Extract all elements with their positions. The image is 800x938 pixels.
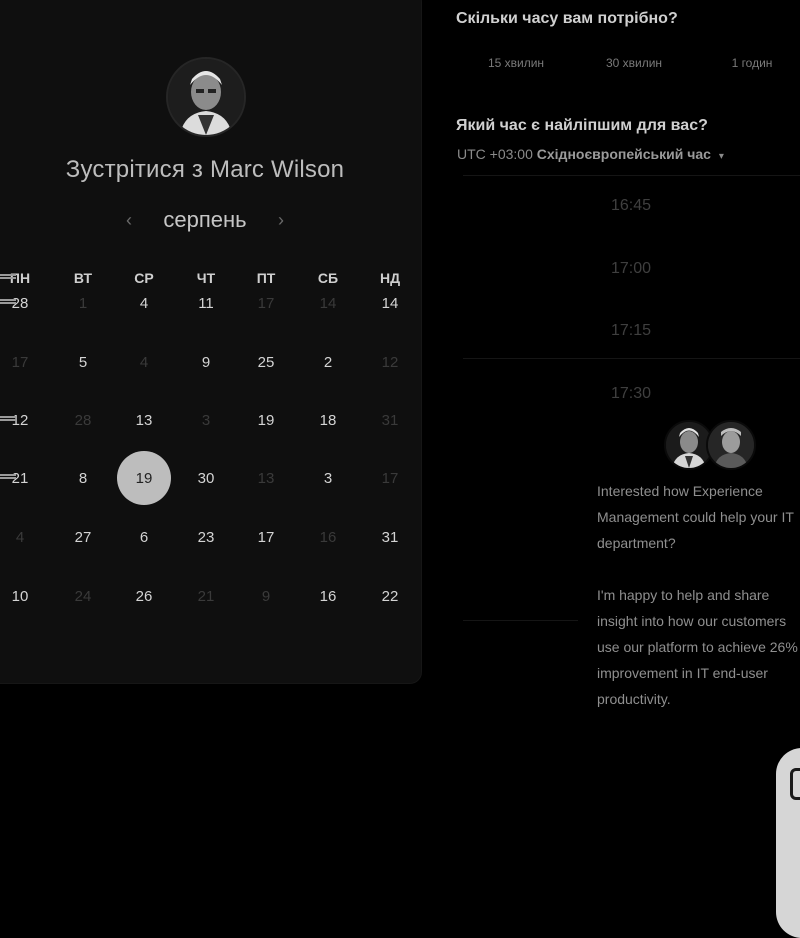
- calendar-day: 16: [319, 528, 337, 546]
- calendar-day-selected[interactable]: 19: [117, 451, 171, 505]
- agent-avatar: [706, 420, 756, 470]
- calendar-day[interactable]: 16: [301, 569, 355, 623]
- calendar-day: 17: [381, 469, 399, 487]
- calendar-day: 28: [74, 411, 92, 429]
- calendar-day[interactable]: 4: [117, 276, 171, 330]
- chevron-down-icon: ▾: [718, 151, 724, 162]
- time-slot[interactable]: 16:45: [586, 197, 676, 215]
- timezone-name: Східноєвропейський час: [536, 146, 711, 162]
- current-month: серпень: [163, 207, 247, 232]
- chevron-right-icon[interactable]: ›: [272, 210, 290, 231]
- calendar-day: 9: [261, 587, 271, 605]
- time-slot[interactable]: 17:15: [586, 322, 676, 340]
- chat-icon: [790, 768, 800, 800]
- week-marker-icon: [0, 273, 16, 283]
- calendar-day: 17: [257, 294, 275, 312]
- calendar-day: 4: [139, 353, 149, 371]
- calendar-day[interactable]: 3: [301, 451, 355, 505]
- calendar-day: 12: [381, 353, 399, 371]
- calendar-day[interactable]: 9: [179, 335, 233, 389]
- calendar-day[interactable]: 13: [117, 393, 171, 447]
- chat-launcher-button[interactable]: [776, 748, 800, 938]
- calendar-day[interactable]: 17: [239, 510, 293, 564]
- calendar-day[interactable]: 19: [239, 393, 293, 447]
- calendar-day[interactable]: 14: [363, 276, 417, 330]
- calendar-day[interactable]: 6: [117, 510, 171, 564]
- week-marker-icon: [0, 415, 16, 425]
- chevron-left-icon[interactable]: ‹: [120, 210, 138, 231]
- chat-message: Interested how Experience Management cou…: [597, 483, 798, 707]
- calendar-day[interactable]: 18: [301, 393, 355, 447]
- calendar-day[interactable]: 27: [56, 510, 110, 564]
- timezone-selector[interactable]: UTC +03:00 Східноєвропейський час ▾: [457, 146, 724, 162]
- calendar-day[interactable]: 30: [179, 451, 233, 505]
- calendar-day[interactable]: 25: [239, 335, 293, 389]
- divider: [463, 358, 800, 359]
- time-slot[interactable]: 17:30: [586, 385, 676, 403]
- calendar-day[interactable]: 11: [179, 276, 233, 330]
- host-avatar: [166, 57, 246, 137]
- duration-option-60[interactable]: 1 годин: [702, 56, 800, 70]
- divider: [463, 175, 800, 176]
- calendar-day[interactable]: 22: [363, 569, 417, 623]
- duration-option-15[interactable]: 15 хвилин: [466, 56, 566, 70]
- calendar-day[interactable]: 5: [56, 335, 110, 389]
- calendar-day[interactable]: 31: [363, 510, 417, 564]
- week-marker-icon: [0, 298, 16, 308]
- calendar-day: 31: [381, 411, 399, 429]
- divider: [463, 620, 578, 621]
- week-marker-icon: [0, 473, 16, 483]
- timezone-offset: UTC +03:00: [457, 146, 533, 162]
- calendar-day[interactable]: 26: [117, 569, 171, 623]
- calendar-day: 13: [257, 469, 275, 487]
- calendar-day: 24: [74, 587, 92, 605]
- calendar-day: 21: [197, 587, 215, 605]
- month-navigation: ‹ серпень ›: [120, 204, 290, 236]
- time-question: Який час є найліпшим для вас?: [456, 117, 708, 134]
- calendar-day[interactable]: 2: [301, 335, 355, 389]
- duration-option-30[interactable]: 30 хвилин: [584, 56, 684, 70]
- calendar-day[interactable]: 8: [56, 451, 110, 505]
- calendar-day: 3: [201, 411, 211, 429]
- calendar-day: 1: [78, 294, 88, 312]
- calendar-day[interactable]: 23: [179, 510, 233, 564]
- duration-question: Скільки часу вам потрібно?: [456, 10, 678, 27]
- time-slot[interactable]: 17:00: [586, 260, 676, 278]
- booking-title: Зустрітися з Marc Wilson: [65, 156, 345, 183]
- calendar-day: 14: [319, 294, 337, 312]
